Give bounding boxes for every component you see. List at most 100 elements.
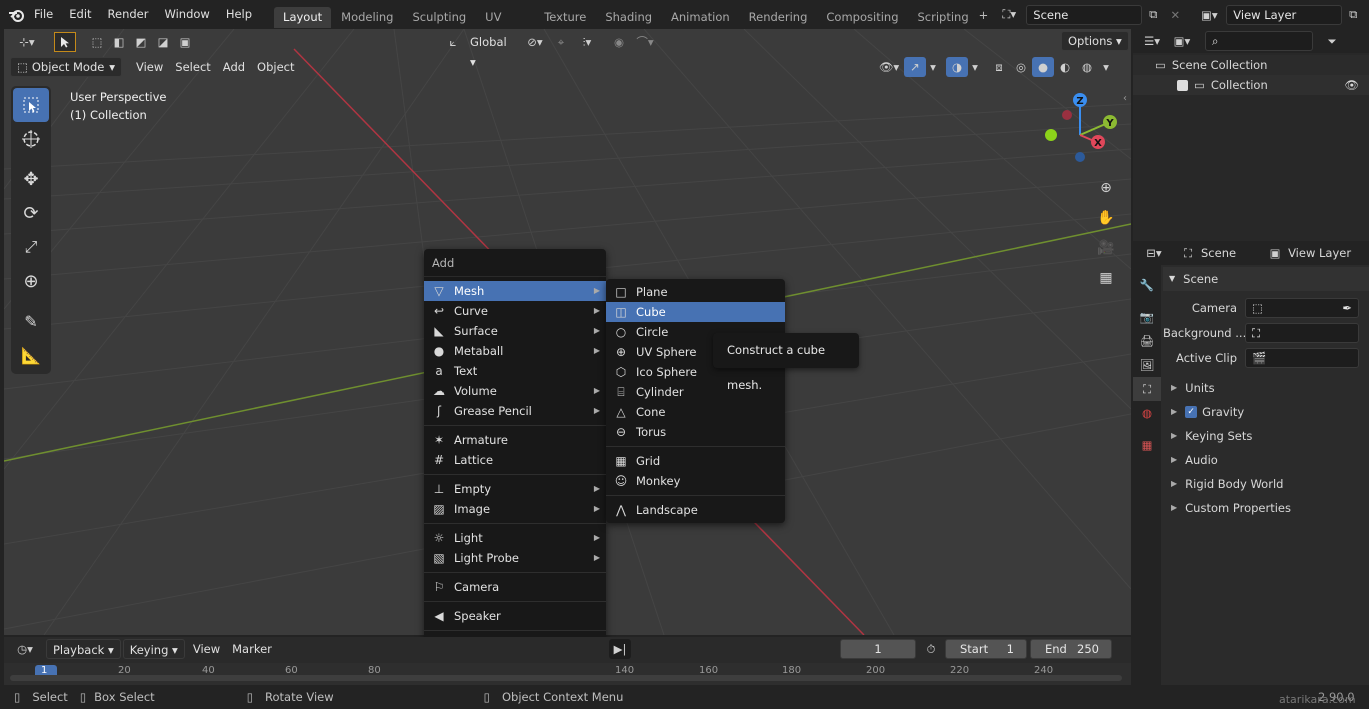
overlays-toggle-icon[interactable]: ◑ [946, 57, 968, 77]
snap-element-icon[interactable]: ⫶▾ [572, 32, 602, 52]
output-tab-icon[interactable]: 🖨 [1133, 329, 1161, 353]
add-item-armature[interactable]: ✶ Armature [424, 430, 606, 450]
add-item-camera[interactable]: ⚐ Camera [424, 577, 606, 597]
snap-toggle-icon[interactable]: ⌖ [550, 32, 572, 52]
navigation-gizmo[interactable]: Z Y X [1040, 91, 1131, 169]
xray-toggle-icon[interactable]: ⧈ [988, 57, 1010, 77]
scene-collection-row[interactable]: ▭ Scene Collection [1133, 55, 1369, 75]
add-item-speaker[interactable]: ◀ Speaker [424, 606, 606, 626]
add-item-surface[interactable]: ◣ Surface ▶ [424, 321, 606, 341]
tool-tab-icon[interactable]: 🔧 [1133, 273, 1161, 297]
select-mode-subtract-icon[interactable]: ◩ [130, 32, 152, 52]
view-layer-icon[interactable]: ▣▾ [1194, 5, 1224, 25]
add-item-grease-pencil[interactable]: ʃ Grease Pencil ▶ [424, 401, 606, 421]
transform-tool-icon[interactable]: ⊕ [13, 264, 49, 298]
collection-row[interactable]: ▭ Collection 👁 [1133, 75, 1369, 95]
select-mode-extend-icon[interactable]: ◧ [108, 32, 130, 52]
eye-icon[interactable]: 👁 [1344, 78, 1359, 92]
timeline-editor-icon[interactable]: ◷▾ [10, 639, 40, 659]
tab-rendering[interactable]: Rendering [740, 7, 817, 28]
add-item-lattice[interactable]: # Lattice [424, 450, 606, 470]
render-tab-icon[interactable]: 📷 [1133, 305, 1161, 329]
panel-gravity[interactable]: ▶ ✓ Gravity [1163, 400, 1369, 424]
world-tab-icon[interactable]: ◍ [1133, 401, 1161, 425]
rendered-shading-icon[interactable]: ◍ [1076, 57, 1098, 77]
blender-logo-icon[interactable] [8, 5, 24, 25]
annotate-tool-icon[interactable]: ✎ [13, 304, 49, 338]
display-mode-icon[interactable]: ☰▾ [1137, 31, 1167, 51]
timeline-menu-keying[interactable]: Keying ▾ [122, 639, 185, 659]
tab-texture-paint[interactable]: Texture Paint [535, 7, 595, 45]
add-item-empty[interactable]: ⊥ Empty ▶ [424, 479, 606, 499]
cursor-tool-icon[interactable] [13, 122, 49, 156]
eyedropper-icon[interactable]: ✒ [1342, 299, 1352, 317]
panel-custom-properties[interactable]: ▶ Custom Properties [1163, 496, 1369, 520]
sidebar-toggle-icon[interactable]: ‹ [1123, 93, 1127, 104]
gravity-checkbox[interactable]: ✓ [1185, 406, 1198, 418]
zoom-icon[interactable]: ⊕ [1094, 173, 1118, 203]
mesh-item-cube[interactable]: ◫ Cube [606, 302, 785, 322]
shading-dropdown-icon[interactable]: ▾ [1098, 57, 1114, 77]
move-tool-icon[interactable]: ✥ [13, 162, 49, 196]
timeline-menu-playback[interactable]: Playback ▾ [46, 639, 121, 659]
panel-audio[interactable]: ▶ Audio [1163, 448, 1369, 472]
editor-type-icon[interactable]: ⊟▾ [1139, 243, 1169, 263]
new-scene-icon[interactable]: ⧉ [1142, 5, 1164, 25]
mesh-item-landscape[interactable]: ⋀ Landscape [606, 500, 785, 520]
view-layer-props-tab-icon[interactable]: 🖼 [1133, 353, 1161, 377]
transform-pivot-icon[interactable]: ⊹▾ [10, 32, 44, 52]
add-item-mesh[interactable]: ▽ Mesh ▶ [424, 281, 606, 301]
view-layer-selector[interactable]: View Layer [1226, 4, 1343, 25]
camera-field[interactable]: ⬚ ✒ [1245, 298, 1359, 318]
select-mode-new-icon[interactable]: ⬚ [86, 32, 108, 52]
scene-selector[interactable]: Scene [1026, 4, 1143, 25]
panel-rigid-body-world[interactable]: ▶ Rigid Body World [1163, 472, 1369, 496]
transform-orientation-dropdown[interactable]: Global ▾ [464, 32, 520, 69]
view-layer-tab-label[interactable]: View Layer [1288, 246, 1351, 260]
measure-tool-icon[interactable]: 📐 [13, 338, 49, 372]
tab-uv-editing[interactable]: UV Editing [476, 7, 534, 45]
timeline-scrollbar[interactable] [10, 675, 1122, 681]
mesh-item-grid[interactable]: ▦ Grid [606, 451, 785, 471]
panel-units[interactable]: ▶ Units [1163, 376, 1369, 400]
tab-animation[interactable]: Animation [662, 7, 739, 28]
perspective-toggle-icon[interactable]: ▦ [1094, 263, 1118, 293]
solid-shading-icon[interactable]: ● [1032, 57, 1054, 77]
current-frame-field[interactable]: 1 [840, 639, 916, 659]
scene-icon[interactable]: ⛶▾ [994, 5, 1024, 25]
menu-file[interactable]: File [26, 0, 61, 29]
background-scene-field[interactable]: ⛶ [1245, 323, 1359, 343]
new-view-layer-icon[interactable]: ⧉ [1342, 5, 1364, 25]
mode-dropdown[interactable]: ⬚ Object Mode ▾ [10, 57, 122, 77]
viewport-menu-add[interactable]: Add [217, 57, 251, 77]
outliner-search-input[interactable]: ⌕ [1205, 31, 1313, 51]
menu-window[interactable]: Window [156, 0, 217, 29]
tab-shading[interactable]: Shading [596, 7, 661, 28]
add-item-light-probe[interactable]: ▧ Light Probe ▶ [424, 548, 606, 568]
menu-help[interactable]: Help [218, 0, 260, 29]
camera-view-icon[interactable]: 🎥 [1094, 233, 1118, 263]
mesh-item-torus[interactable]: ⊖ Torus [606, 422, 785, 442]
pan-hand-icon[interactable]: ✋ [1094, 203, 1118, 233]
add-item-volume[interactable]: ☁ Volume ▶ [424, 381, 606, 401]
preview-range-icon[interactable]: ⏱ [920, 639, 942, 659]
add-workspace-icon[interactable]: + [979, 5, 989, 25]
proportional-falloff-icon[interactable]: ⌒▾ [630, 32, 660, 52]
proportional-edit-icon[interactable]: ◉ [608, 32, 630, 52]
play-icon[interactable]: ▶| [609, 639, 631, 659]
tab-scripting[interactable]: Scripting [909, 7, 978, 28]
options-dropdown[interactable]: Options ▾ [1061, 31, 1129, 51]
timeline[interactable]: ◷▾ Playback ▾ Keying ▾ View Marker ▶| 1 ⏱ S… [4, 637, 1131, 685]
viewport-menu-select[interactable]: Select [169, 57, 216, 77]
scene-props-tab-icon[interactable]: ⛶ [1133, 377, 1161, 401]
timeline-menu-marker[interactable]: Marker [226, 639, 278, 659]
delete-scene-icon[interactable]: ✕ [1164, 5, 1186, 25]
add-item-curve[interactable]: ↩ Curve ▶ [424, 301, 606, 321]
timeline-menu-view[interactable]: View [187, 639, 226, 659]
rotate-tool-icon[interactable]: ⟳ [13, 196, 49, 230]
menu-edit[interactable]: Edit [61, 0, 99, 29]
frame-ruler[interactable]: 1 20 40 60 80 140 160 180 200 220 240 [4, 663, 1131, 685]
add-item-text[interactable]: a Text [424, 361, 606, 381]
start-frame-field[interactable]: Start 1 [945, 639, 1027, 659]
gizmo-toggle-icon[interactable]: ↗ [904, 57, 926, 77]
